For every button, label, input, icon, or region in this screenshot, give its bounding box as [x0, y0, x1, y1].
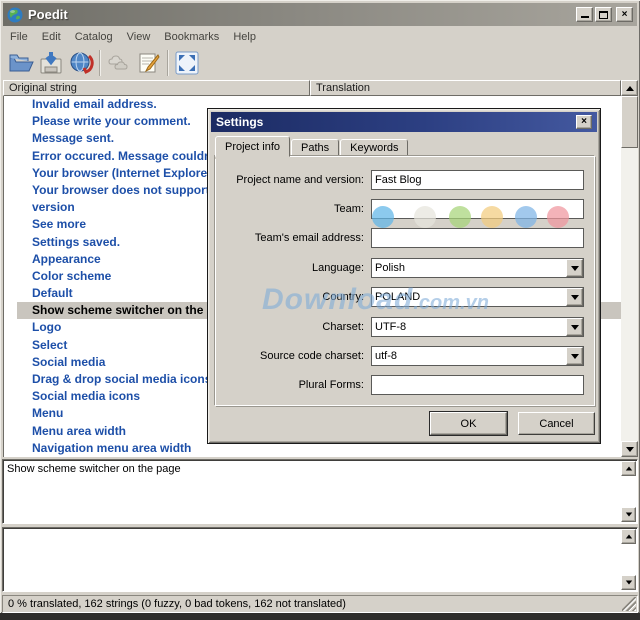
list-scrollbar[interactable]	[621, 80, 638, 457]
pane-scroll-up-button[interactable]	[621, 529, 636, 544]
menu-bookmarks[interactable]: Bookmarks	[157, 30, 226, 44]
scroll-up-icon	[625, 535, 631, 539]
scroll-down-icon	[626, 447, 634, 452]
close-icon: ×	[581, 117, 587, 127]
clouds-icon	[106, 50, 132, 76]
menu-view[interactable]: View	[120, 30, 158, 44]
charset-combo[interactable]: UTF-8	[371, 317, 584, 337]
scroll-up-icon	[626, 86, 634, 91]
project-name-input[interactable]	[371, 170, 584, 190]
save-icon	[38, 50, 64, 76]
team-input[interactable]	[371, 199, 584, 219]
country-label: Country:	[222, 287, 364, 307]
tab-paths[interactable]: Paths	[291, 139, 339, 157]
cancel-button[interactable]: Cancel	[518, 412, 595, 435]
chevron-down-icon	[571, 325, 579, 330]
fullscreen-button[interactable]	[172, 48, 202, 78]
team-email-input[interactable]	[371, 228, 584, 248]
comment-note-icon	[136, 50, 162, 76]
language-label: Language:	[222, 258, 364, 278]
dialog-title: Settings	[216, 115, 263, 129]
source-charset-combo[interactable]: utf-8	[371, 346, 584, 366]
chevron-down-icon	[571, 266, 579, 271]
window-title: Poedit	[28, 7, 68, 22]
country-combo[interactable]: POLAND	[371, 287, 584, 307]
project-info-tab-page: Project name and version: Team: Team's e…	[215, 156, 595, 406]
list-header: Original string Translation	[3, 80, 621, 96]
source-charset-label: Source code charset:	[222, 346, 364, 366]
menu-file[interactable]: File	[3, 30, 35, 44]
minimize-button[interactable]	[576, 7, 593, 22]
edit-comment-button[interactable]	[134, 48, 164, 78]
source-text-pane[interactable]: Show scheme switcher on the page	[2, 459, 638, 524]
translation-text-pane[interactable]	[2, 527, 638, 592]
dialog-close-button[interactable]: ×	[576, 115, 592, 129]
column-header-translation[interactable]: Translation	[310, 80, 621, 96]
save-catalog-button[interactable]	[36, 48, 66, 78]
team-label: Team:	[222, 199, 364, 219]
pane-scroll-up-button[interactable]	[621, 461, 636, 476]
scroll-up-icon	[625, 467, 631, 471]
combo-dropdown-button[interactable]	[566, 318, 583, 336]
combo-dropdown-button[interactable]	[566, 347, 583, 365]
menu-edit[interactable]: Edit	[35, 30, 68, 44]
close-icon: ×	[622, 10, 628, 20]
status-text: 0 % translated, 162 strings (0 fuzzy, 0 …	[8, 598, 346, 610]
open-catalog-button[interactable]	[6, 48, 36, 78]
title-bar[interactable]: Poedit ×	[3, 3, 637, 26]
maximize-button[interactable]	[595, 7, 612, 22]
source-charset-value: utf-8	[372, 347, 566, 365]
scroll-down-button[interactable]	[621, 441, 638, 457]
settings-tabs: Project info Paths Keywords	[215, 135, 409, 157]
ok-button[interactable]: OK	[430, 412, 507, 435]
dialog-title-bar[interactable]: Settings ×	[211, 112, 597, 132]
pane-scroll-down-button[interactable]	[621, 507, 636, 522]
language-combo[interactable]: Polish	[371, 258, 584, 278]
toolbar-separator	[167, 50, 169, 76]
toolbar	[3, 46, 637, 79]
plural-forms-input[interactable]	[371, 375, 584, 395]
update-catalog-button[interactable]	[66, 48, 96, 78]
menu-help[interactable]: Help	[226, 30, 263, 44]
combo-dropdown-button[interactable]	[566, 288, 583, 306]
combo-dropdown-button[interactable]	[566, 259, 583, 277]
scroll-up-button[interactable]	[621, 80, 638, 96]
tab-keywords[interactable]: Keywords	[340, 139, 408, 157]
column-header-original[interactable]: Original string	[3, 80, 310, 96]
close-button[interactable]: ×	[616, 7, 633, 22]
status-bar: 0 % translated, 162 strings (0 fuzzy, 0 …	[2, 595, 638, 613]
pane-scroll-down-button[interactable]	[621, 575, 636, 590]
minimize-icon	[581, 11, 589, 18]
menu-catalog[interactable]: Catalog	[68, 30, 120, 44]
chevron-down-icon	[571, 354, 579, 359]
menu-bar: File Edit Catalog View Bookmarks Help	[3, 28, 637, 45]
plural-forms-label: Plural Forms:	[222, 375, 364, 395]
country-value: POLAND	[372, 288, 566, 306]
fuzzy-toggle-button[interactable]	[104, 48, 134, 78]
scroll-down-icon	[625, 581, 631, 585]
fullscreen-arrows-icon	[174, 50, 200, 76]
team-email-label: Team's email address:	[222, 228, 364, 248]
chevron-down-icon	[571, 295, 579, 300]
maximize-icon	[599, 11, 608, 19]
language-value: Polish	[372, 259, 566, 277]
scrollbar-thumb[interactable]	[621, 96, 638, 148]
project-name-label: Project name and version:	[222, 170, 364, 190]
globe-update-icon	[68, 50, 94, 76]
scroll-down-icon	[625, 513, 631, 517]
charset-value: UTF-8	[372, 318, 566, 336]
poedit-app-icon	[7, 7, 23, 23]
tab-project-info[interactable]: Project info	[215, 136, 290, 157]
source-text: Show scheme switcher on the page	[7, 463, 181, 475]
settings-dialog: Settings × Project info Paths Keywords P…	[207, 108, 601, 444]
open-folder-icon	[8, 50, 34, 76]
resize-grip[interactable]	[622, 597, 636, 611]
charset-label: Charset:	[222, 317, 364, 337]
toolbar-separator	[99, 50, 101, 76]
